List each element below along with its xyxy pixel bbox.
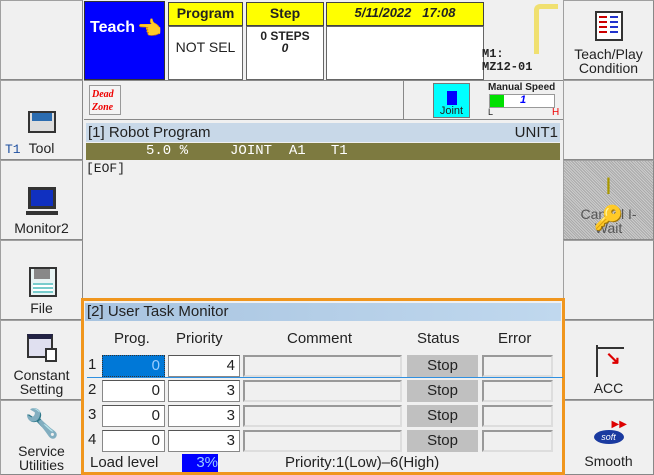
datetime: 5/11/2022 17:08	[326, 2, 484, 26]
comment-field[interactable]	[243, 430, 402, 452]
prog-input[interactable]: 0	[102, 405, 165, 427]
mode-label: Teach	[90, 19, 136, 36]
right-blank-button-2[interactable]	[563, 240, 654, 320]
service-utilities-button[interactable]: 🔧 Service Utilities	[0, 400, 83, 475]
file-button[interactable]: File	[0, 240, 83, 320]
status-button[interactable]: Stop	[407, 380, 478, 402]
tool-label: Tool	[28, 140, 55, 156]
tool-button[interactable]: Tool T1	[0, 80, 83, 160]
constant-setting-button[interactable]: Constant Setting	[0, 320, 83, 400]
priority-note: Priority:1(Low)–6(High)	[285, 454, 440, 471]
smooth-button[interactable]: ▶▶ soft Smooth	[563, 400, 654, 475]
error-field	[482, 405, 553, 427]
floppy-disk-icon	[25, 265, 59, 297]
task-monitor-title: [2] User Task Monitor	[85, 303, 561, 321]
step-header: Step	[246, 2, 324, 26]
comment-field[interactable]	[243, 380, 402, 402]
robot-line2: MZ12-01	[482, 60, 533, 74]
toolbox-icon	[25, 105, 59, 137]
speed-gauge[interactable]: 1	[489, 94, 555, 108]
status-button[interactable]: Stop	[407, 355, 478, 377]
row-number: 2	[88, 381, 97, 398]
comment-field[interactable]	[243, 355, 402, 377]
key-icon: I🔑	[593, 173, 624, 232]
error-field	[482, 380, 553, 402]
speed-value: 1	[520, 94, 527, 106]
joint-icon	[447, 91, 457, 105]
monitor-icon	[25, 185, 59, 217]
acc-button[interactable]: ↘ ACC	[563, 320, 654, 400]
teach-play-condition-button[interactable]: Teach/Play Condition	[563, 0, 654, 80]
col-status: Status	[417, 330, 460, 347]
dead-zone-button[interactable]: Dead Zone	[89, 85, 121, 115]
joint-label: Joint	[439, 105, 464, 117]
robot-info: M1: MZ12-01	[482, 0, 563, 80]
constant-setting-label: Constant Setting	[13, 367, 70, 397]
monitor2-label: Monitor2	[14, 220, 69, 236]
col-error: Error	[498, 330, 532, 347]
speed-high: H	[552, 107, 560, 118]
col-priority: Priority	[176, 330, 223, 347]
manual-speed-label: Manual Speed	[488, 82, 556, 93]
row-number: 4	[88, 431, 97, 448]
smooth-label: Smooth	[584, 453, 633, 469]
priority-input[interactable]: 3	[168, 380, 240, 402]
wrench-icon: 🔧	[24, 408, 60, 439]
status-button[interactable]: Stop	[407, 430, 478, 452]
tool-number: T1	[5, 142, 21, 157]
program-header: Program	[168, 2, 243, 26]
condition-icon	[592, 11, 626, 43]
step-value-box[interactable]: 0 STEPS 0	[246, 26, 324, 80]
left-blank-button[interactable]	[0, 0, 83, 80]
acc-label: ACC	[593, 380, 624, 396]
prog-input[interactable]: 0	[102, 380, 165, 402]
error-field	[482, 430, 553, 452]
prog-input[interactable]: 0	[102, 355, 165, 377]
step-sub: 0	[281, 41, 289, 55]
acc-icon: ↘	[592, 345, 626, 377]
prog-input[interactable]: 0	[102, 430, 165, 452]
status-button[interactable]: Stop	[407, 405, 478, 427]
row-number: 1	[88, 356, 97, 373]
program-value[interactable]: NOT SEL	[168, 26, 243, 80]
load-level-label: Load level	[90, 454, 159, 471]
comment-field[interactable]	[243, 405, 402, 427]
col-prog: Prog.	[114, 330, 150, 347]
col-comment: Comment	[287, 330, 353, 347]
robot-program-title: [1] Robot Program UNIT1	[86, 123, 560, 142]
selected-row-line	[87, 377, 563, 378]
teach-play-condition-label: Teach/Play Condition	[574, 46, 643, 76]
constant-setting-icon	[25, 332, 59, 364]
program-status-line: 5.0 % JOINT A1 T1	[86, 143, 560, 160]
load-level-bar: 3%	[182, 454, 218, 472]
row-number: 3	[88, 406, 97, 423]
file-label: File	[30, 300, 53, 316]
speed-low: L	[488, 107, 494, 117]
robot-program-title-text: [1] Robot Program	[88, 124, 211, 141]
manual-speed: Manual Speed 1 L H	[484, 80, 563, 120]
monitor2-button[interactable]: Monitor2	[0, 160, 83, 240]
teach-mode-indicator: Teach 👈	[84, 1, 165, 80]
priority-input[interactable]: 3	[168, 405, 240, 427]
joint-button[interactable]: Joint	[433, 83, 470, 118]
hand-icon: 👈	[137, 18, 162, 40]
error-field	[482, 355, 553, 377]
soft-icon: ▶▶ soft	[592, 418, 627, 450]
service-utilities-label: Service Utilities	[18, 443, 65, 473]
priority-input[interactable]: 3	[168, 430, 240, 452]
robot-arm-icon	[534, 4, 558, 54]
divider	[403, 81, 404, 119]
program-content[interactable]: [EOF]	[86, 161, 125, 176]
cancel-i-wait-button[interactable]: I🔑 Cancel I-Wait	[563, 160, 654, 240]
datetime-area	[326, 26, 484, 80]
right-blank-button-1[interactable]	[563, 80, 654, 160]
priority-input[interactable]: 4	[168, 355, 240, 377]
unit-label: UNIT1	[514, 124, 558, 141]
